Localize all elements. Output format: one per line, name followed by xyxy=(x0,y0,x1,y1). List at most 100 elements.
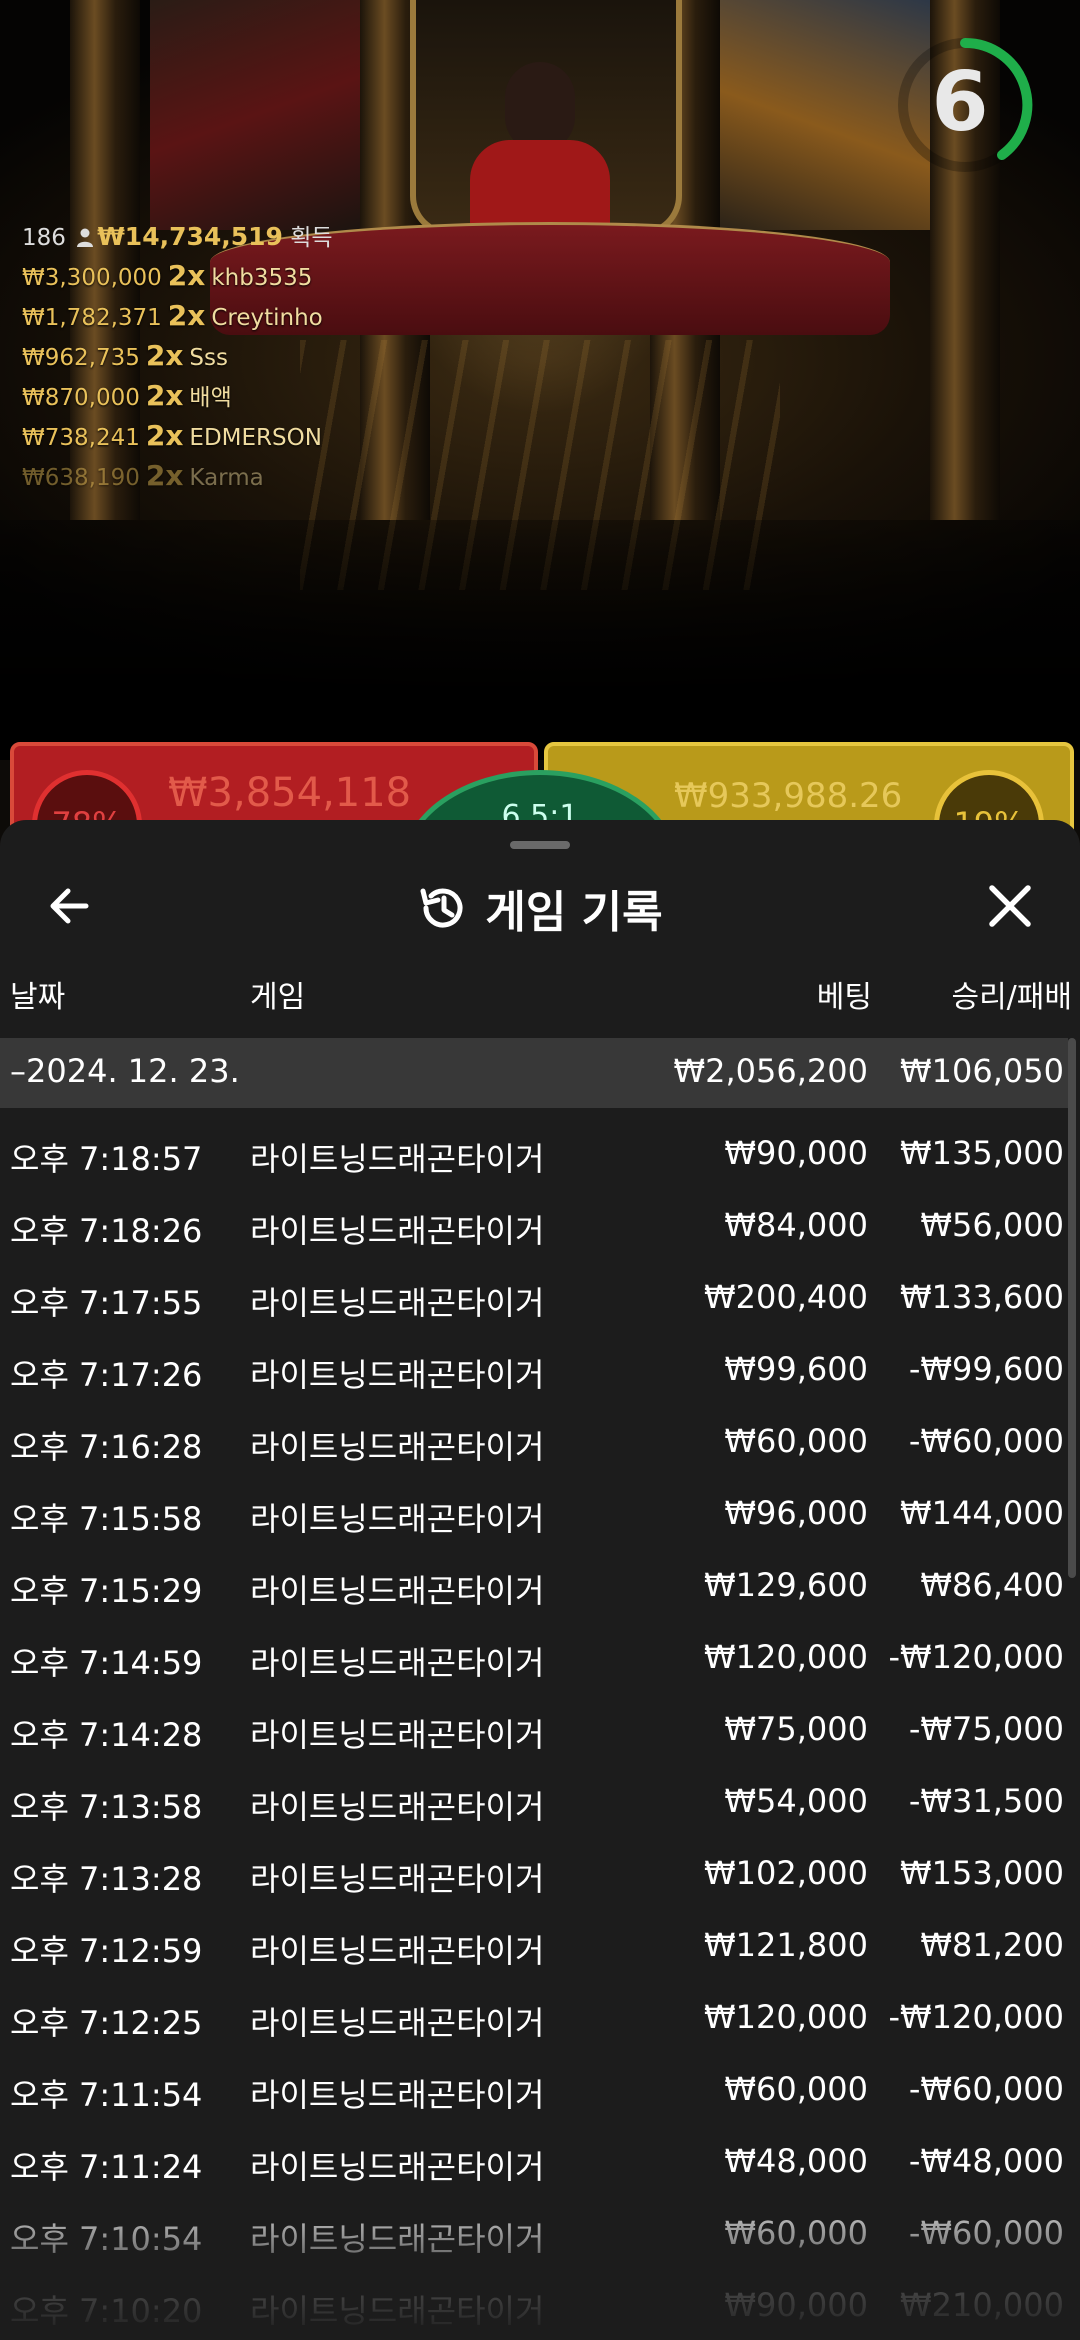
row-time: 오후 7:17:26 xyxy=(10,1356,203,1394)
row-bet: ₩120,000 xyxy=(704,1638,868,1676)
column-header-bet[interactable]: 베팅 xyxy=(817,972,872,1016)
winner-amount: ₩638,190 xyxy=(22,465,140,491)
table-row[interactable]: 오후 7:11:54 라이트닝드래곤타이거 ₩60,000 -₩60,000 xyxy=(0,2056,1068,2128)
row-time: 오후 7:13:28 xyxy=(10,1860,203,1898)
day-summary-row[interactable]: –2024. 12. 23. ₩2,056,200 ₩106,050 xyxy=(0,1038,1068,1108)
winner-row: ₩638,190 2x Karma xyxy=(22,457,333,497)
row-winloss: ₩86,400 xyxy=(920,1566,1064,1604)
close-icon[interactable] xyxy=(978,874,1042,938)
row-winloss: ₩144,000 xyxy=(900,1494,1064,1532)
table-row[interactable]: 오후 7:18:26 라이트닝드래곤타이거 ₩84,000 ₩56,000 xyxy=(0,1192,1068,1264)
row-bet: ₩96,000 xyxy=(724,1494,868,1532)
row-bet: ₩120,000 xyxy=(704,1998,868,2036)
table-row[interactable]: 오후 7:18:57 라이트닝드래곤타이거 ₩90,000 ₩135,000 xyxy=(0,1120,1068,1192)
winner-row: ₩962,735 2x Sss xyxy=(22,337,333,377)
table-row[interactable]: 오후 7:12:25 라이트닝드래곤타이거 ₩120,000 -₩120,000 xyxy=(0,1984,1068,2056)
winner-name: khb3535 xyxy=(211,265,313,291)
sheet-drag-handle[interactable] xyxy=(510,841,570,849)
row-time: 오후 7:11:54 xyxy=(10,2076,203,2114)
winner-amount: ₩870,000 xyxy=(22,385,140,411)
row-game: 라이트닝드래곤타이거 xyxy=(250,1788,545,1826)
column-header-date[interactable]: 날짜 xyxy=(10,972,65,1016)
winner-row: ₩1,782,371 2x Creytinho xyxy=(22,297,333,337)
row-time: 오후 7:12:25 xyxy=(10,2004,203,2042)
row-time: 오후 7:15:58 xyxy=(10,1500,203,1538)
winner-multiplier: 2x xyxy=(145,419,184,452)
winner-multiplier: 2x xyxy=(167,299,206,332)
table-row[interactable]: 오후 7:13:58 라이트닝드래곤타이거 ₩54,000 -₩31,500 xyxy=(0,1768,1068,1840)
row-game: 라이트닝드래곤타이거 xyxy=(250,1860,545,1898)
column-header-game[interactable]: 게임 xyxy=(250,972,305,1016)
row-bet: ₩54,000 xyxy=(724,1782,868,1820)
row-game: 라이트닝드래곤타이거 xyxy=(250,1644,545,1682)
row-bet: ₩90,000 xyxy=(724,1134,868,1172)
row-game: 라이트닝드래곤타이거 xyxy=(250,2004,545,2042)
table-row[interactable]: 오후 7:13:28 라이트닝드래곤타이거 ₩102,000 ₩153,000 xyxy=(0,1840,1068,1912)
winner-name: Sss xyxy=(189,345,228,371)
history-table-body: 오후 7:18:57 라이트닝드래곤타이거 ₩90,000 ₩135,000 오후 7:… xyxy=(0,1120,1068,2340)
history-clock-icon xyxy=(420,888,463,928)
row-game: 라이트닝드래곤타이거 xyxy=(250,1140,545,1178)
scrollbar[interactable] xyxy=(1068,1038,1076,1578)
winner-row: ₩870,000 2x 배액 xyxy=(22,377,333,417)
row-bet: ₩121,800 xyxy=(704,1926,868,1964)
row-winloss: ₩153,000 xyxy=(900,1854,1064,1892)
row-game: 라이트닝드래곤타이거 xyxy=(250,1428,545,1466)
row-time: 오후 7:17:55 xyxy=(10,1284,203,1322)
table-row[interactable]: 오후 7:15:29 라이트닝드래곤타이거 ₩129,600 ₩86,400 xyxy=(0,1552,1068,1624)
winner-row: ₩3,300,000 2x khb3535 xyxy=(22,257,333,297)
dealer xyxy=(505,62,575,152)
row-game: 라이트닝드래곤타이거 xyxy=(250,1572,545,1610)
row-bet: ₩75,000 xyxy=(724,1710,868,1748)
dragon-artwork xyxy=(150,0,360,230)
winner-multiplier: 2x xyxy=(145,379,184,412)
row-time: 오후 7:18:26 xyxy=(10,1212,203,1250)
table-row[interactable]: 오후 7:15:58 라이트닝드래곤타이거 ₩96,000 ₩144,000 xyxy=(0,1480,1068,1552)
total-won-amount: ₩14,734,519 xyxy=(97,222,283,251)
countdown-timer-value: 6 xyxy=(931,55,989,150)
page-title: 게임 기록 xyxy=(485,887,663,938)
row-winloss: ₩81,200 xyxy=(920,1926,1064,1964)
day-date: –2024. 12. 23. xyxy=(10,1052,240,1090)
dragon-bet-total: ₩3,854,118 xyxy=(168,770,412,816)
table-row[interactable]: 오후 7:17:55 라이트닝드래곤타이거 ₩200,400 ₩133,600 xyxy=(0,1264,1068,1336)
winners-list: 186 ₩14,734,519 획득 ₩3,300,000 2x khb3535 ₩… xyxy=(22,218,333,497)
row-winloss: -₩99,600 xyxy=(908,1350,1064,1388)
row-winloss: -₩120,000 xyxy=(888,1638,1064,1676)
row-bet: ₩60,000 xyxy=(724,2070,868,2108)
table-row[interactable]: 오후 7:17:26 라이트닝드래곤타이거 ₩99,600 -₩99,600 xyxy=(0,1336,1068,1408)
winner-multiplier: 2x xyxy=(145,459,184,492)
row-time: 오후 7:14:28 xyxy=(10,1716,203,1754)
studio-floor xyxy=(0,520,1080,760)
table-row[interactable]: 오후 7:14:59 라이트닝드래곤타이거 ₩120,000 -₩120,000 xyxy=(0,1624,1068,1696)
winner-multiplier: 2x xyxy=(145,339,184,372)
table-row[interactable]: 오후 7:14:28 라이트닝드래곤타이거 ₩75,000 -₩75,000 xyxy=(0,1696,1068,1768)
winner-multiplier: 2x xyxy=(167,259,206,292)
table-row[interactable]: 오후 7:16:28 라이트닝드래곤타이거 ₩60,000 -₩60,000 xyxy=(0,1408,1068,1480)
day-total-bet: ₩2,056,200 xyxy=(673,1052,869,1090)
row-winloss: -₩31,500 xyxy=(908,1782,1064,1820)
row-bet: ₩48,000 xyxy=(724,2142,868,2180)
row-bet: ₩129,600 xyxy=(704,1566,868,1604)
row-game: 라이트닝드래곤타이거 xyxy=(250,1500,545,1538)
winner-amount: ₩3,300,000 xyxy=(22,265,162,291)
row-winloss: -₩48,000 xyxy=(908,2142,1064,2180)
table-row[interactable]: 오후 7:12:59 라이트닝드래곤타이거 ₩121,800 ₩81,200 xyxy=(0,1912,1068,1984)
row-game: 라이트닝드래곤타이거 xyxy=(250,1932,545,1970)
row-game: 라이트닝드래곤타이거 xyxy=(250,1212,545,1250)
row-time: 오후 7:13:58 xyxy=(10,1788,203,1826)
row-bet: ₩99,600 xyxy=(724,1350,868,1388)
row-winloss: -₩120,000 xyxy=(888,1998,1064,2036)
sheet-header: 게임 기록 xyxy=(0,876,1080,940)
row-time: 오후 7:15:29 xyxy=(10,1572,203,1610)
winners-summary: 186 ₩14,734,519 획득 xyxy=(22,218,333,257)
row-bet: ₩200,400 xyxy=(704,1278,868,1316)
list-fade-overlay xyxy=(0,2180,1080,2340)
row-time: 오후 7:18:57 xyxy=(10,1140,203,1178)
row-time: 오후 7:16:28 xyxy=(10,1428,203,1466)
row-winloss: ₩133,600 xyxy=(900,1278,1064,1316)
tiger-bet-total: ₩933,988.26 xyxy=(674,776,903,816)
column-header-winloss[interactable]: 승리/패배 xyxy=(951,972,1072,1016)
row-time: 오후 7:14:59 xyxy=(10,1644,203,1682)
row-game: 라이트닝드래곤타이거 xyxy=(250,1284,545,1322)
